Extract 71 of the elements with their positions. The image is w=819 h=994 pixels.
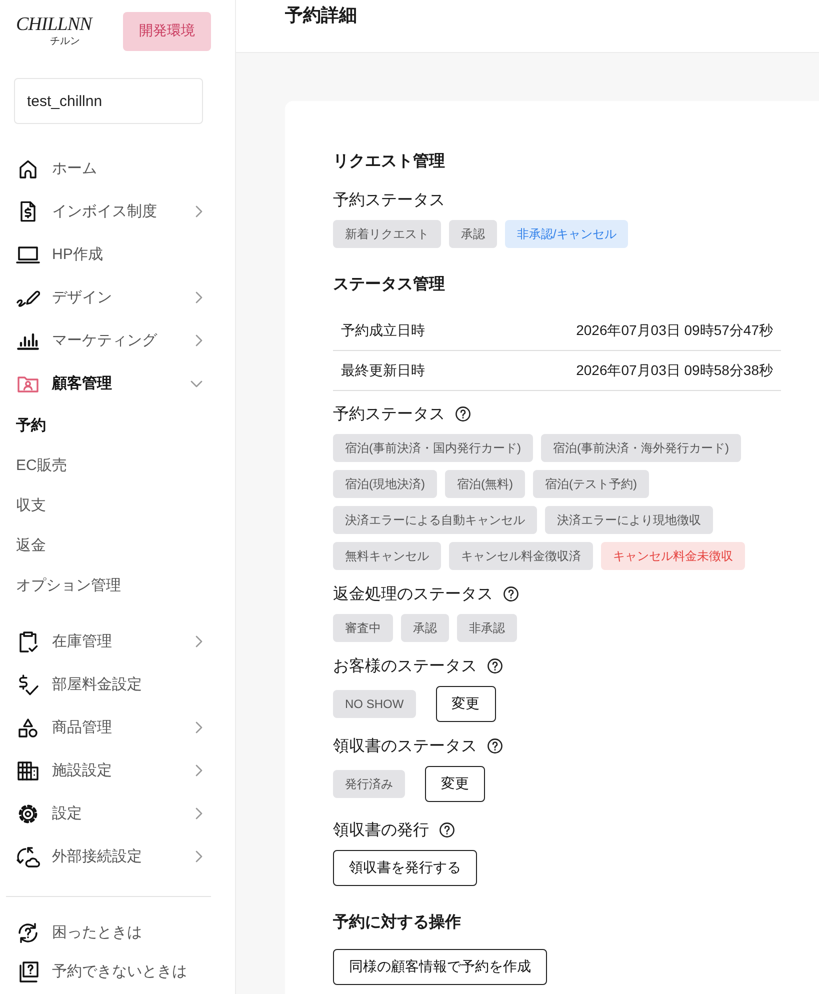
section-title: リクエスト管理	[333, 152, 446, 172]
change-button[interactable]: 変更	[425, 766, 485, 802]
current-status-tag: NO SHOW	[333, 690, 416, 718]
status-chip[interactable]: 決済エラーによる自動キャンセル	[333, 506, 537, 534]
date-label: 予約成立日時	[341, 322, 425, 340]
home-icon	[18, 158, 38, 178]
status-chip[interactable]: 宿泊(事前決済・海外発行カード)	[541, 434, 741, 462]
date-value: 2026年07月03日 09時57分47秒	[576, 322, 773, 340]
environment-tag: 開発環境	[123, 12, 211, 50]
status-chip[interactable]: 承認	[401, 614, 449, 642]
submenu-item[interactable]: 返金	[16, 525, 46, 565]
status-chip[interactable]: 承認	[449, 220, 497, 248]
date-value: 2026年07月03日 09時58分38秒	[576, 362, 773, 380]
help-link[interactable]: 困ったときは	[16, 913, 142, 952]
page-title: 予約詳細	[285, 4, 357, 27]
document-dollar-icon	[20, 201, 36, 222]
issue-receipt-button[interactable]: 領収書を発行する	[333, 850, 477, 886]
logo-text: CHILLNN	[16, 15, 92, 34]
nav-item[interactable]: 商品管理	[16, 706, 203, 749]
clipboard-check-icon	[18, 630, 38, 652]
submenu-item[interactable]: 収支	[16, 485, 46, 525]
nav-item[interactable]: インボイス制度	[16, 190, 203, 233]
question-refresh-icon	[17, 922, 39, 944]
status-chip[interactable]: 新着リクエスト	[333, 220, 441, 248]
date-label: 最終更新日時	[341, 362, 425, 380]
account-selector[interactable]: test_chillnn	[14, 78, 203, 124]
nav-item[interactable]: ホーム	[16, 147, 203, 190]
question-square-icon	[17, 960, 39, 982]
bar-chart-icon	[17, 332, 39, 350]
logo-subtext: チルン	[50, 37, 80, 47]
field-label: 領収書のステータス	[333, 736, 477, 756]
status-chip[interactable]: 宿泊(無料)	[445, 470, 525, 498]
nav-item[interactable]: 顧客管理	[16, 362, 203, 405]
help-link[interactable]: 予約できないときは	[16, 952, 187, 991]
action-button[interactable]: 同様の顧客情報で予約を作成	[333, 949, 547, 985]
status-chip[interactable]: 宿泊(テスト予約)	[533, 470, 649, 498]
submenu-item[interactable]: 予約	[16, 405, 46, 445]
field-label: 予約ステータス	[333, 404, 445, 424]
status-chip[interactable]: 宿泊(現地決済)	[333, 470, 437, 498]
building-icon	[17, 760, 39, 780]
nav-item[interactable]: デザイン	[16, 276, 203, 319]
status-chip[interactable]: 決済エラーにより現地徴収	[545, 506, 713, 534]
nav-item[interactable]: 在庫管理	[16, 620, 203, 663]
nav-item[interactable]: 設定	[16, 792, 203, 835]
pen-icon	[16, 288, 40, 306]
section-title: ステータス管理	[333, 274, 446, 295]
status-chip[interactable]: 宿泊(事前決済・国内発行カード)	[333, 434, 533, 462]
field-label: お客様のステータス	[333, 656, 477, 676]
status-chip[interactable]: 無料キャンセル	[333, 542, 441, 570]
submenu-item[interactable]: オプション管理	[16, 565, 121, 605]
dollar-check-icon	[17, 674, 39, 696]
field-label: 領収書の発行	[333, 820, 429, 840]
field-label: 予約ステータス	[333, 190, 445, 210]
folder-person-icon	[17, 374, 39, 392]
nav-item[interactable]: マーケティング	[16, 319, 203, 362]
status-chip[interactable]: 審査中	[333, 614, 393, 642]
status-chip[interactable]: キャンセル料金徴収済	[449, 542, 593, 570]
nav-item[interactable]: HP作成	[16, 233, 203, 276]
change-button[interactable]: 変更	[436, 686, 496, 722]
nav-item[interactable]: 部屋料金設定	[16, 663, 203, 706]
sync-cloud-icon	[16, 846, 40, 868]
laptop-icon	[16, 246, 40, 264]
field-label: 返金処理のステータス	[333, 584, 493, 604]
nav-item[interactable]: 外部接続設定	[16, 835, 203, 878]
shapes-icon	[18, 718, 38, 738]
submenu-item[interactable]: EC販売	[16, 445, 67, 485]
settings-icon	[17, 802, 39, 824]
current-status-tag: 発行済み	[333, 770, 405, 798]
nav-item[interactable]: 施設設定	[16, 749, 203, 792]
section-title: 予約に対する操作	[333, 912, 462, 933]
status-chip[interactable]: 非承認	[457, 614, 517, 642]
